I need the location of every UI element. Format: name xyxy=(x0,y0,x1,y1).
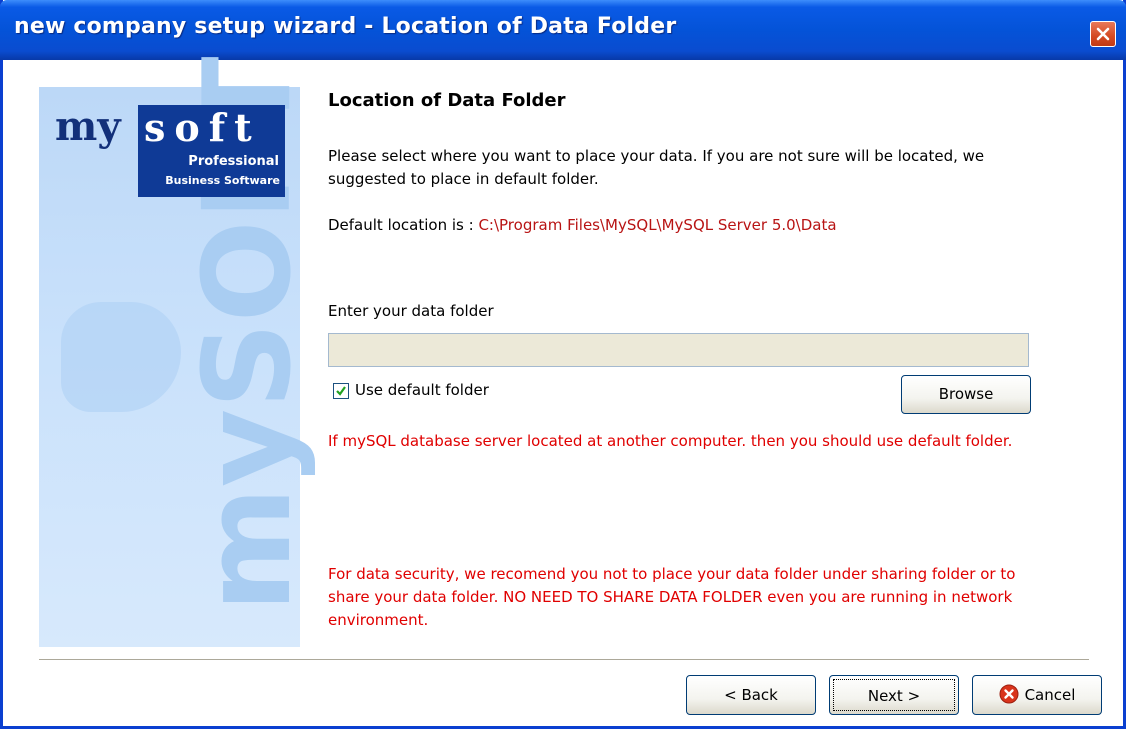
side-banner: mySOFT my soft Professional Business Sof… xyxy=(39,56,318,647)
next-button-label: Next > xyxy=(833,679,955,711)
back-button[interactable]: < Back xyxy=(686,675,816,715)
use-default-label[interactable]: Use default folder xyxy=(355,381,489,399)
title-bar[interactable]: new company setup wizard - Location of D… xyxy=(0,0,1126,60)
window-title: new company setup wizard - Location of D… xyxy=(14,14,677,39)
default-location-line: Default location is : C:\Program Files\M… xyxy=(328,216,837,234)
folder-input-label: Enter your data folder xyxy=(328,302,494,320)
banner-decoration xyxy=(61,302,181,412)
security-warning-text: For data security, we recomend you not t… xyxy=(328,565,1016,629)
logo-professional-text: Professional xyxy=(188,154,279,169)
cancel-button-label: Cancel xyxy=(1024,686,1076,704)
footer-separator xyxy=(39,659,1089,661)
close-icon xyxy=(1096,27,1110,41)
description-text: Please select where you want to place yo… xyxy=(328,147,985,188)
logo-box: soft Professional Business Software xyxy=(138,105,285,197)
logo-soft-text: soft xyxy=(144,105,261,150)
cancel-button[interactable]: Cancel xyxy=(972,675,1102,715)
checkmark-icon xyxy=(336,386,346,396)
default-location-label: Default location is : xyxy=(328,216,479,234)
next-button[interactable]: Next > xyxy=(829,675,959,715)
use-default-checkbox[interactable] xyxy=(333,383,349,399)
browse-button[interactable]: Browse xyxy=(901,375,1031,414)
cancel-icon xyxy=(999,684,1019,704)
data-folder-input[interactable] xyxy=(328,333,1029,367)
page-heading: Location of Data Folder xyxy=(328,90,566,111)
default-location-path: C:\Program Files\MySQL\MySQL Server 5.0\… xyxy=(478,216,837,234)
logo-my-text: my xyxy=(55,103,121,150)
network-warning-text: If mySQL database server located at anot… xyxy=(328,432,1013,450)
wizard-window: new company setup wizard - Location of D… xyxy=(0,0,1126,729)
logo-business-text: Business Software xyxy=(165,174,280,187)
close-button[interactable] xyxy=(1090,21,1116,47)
